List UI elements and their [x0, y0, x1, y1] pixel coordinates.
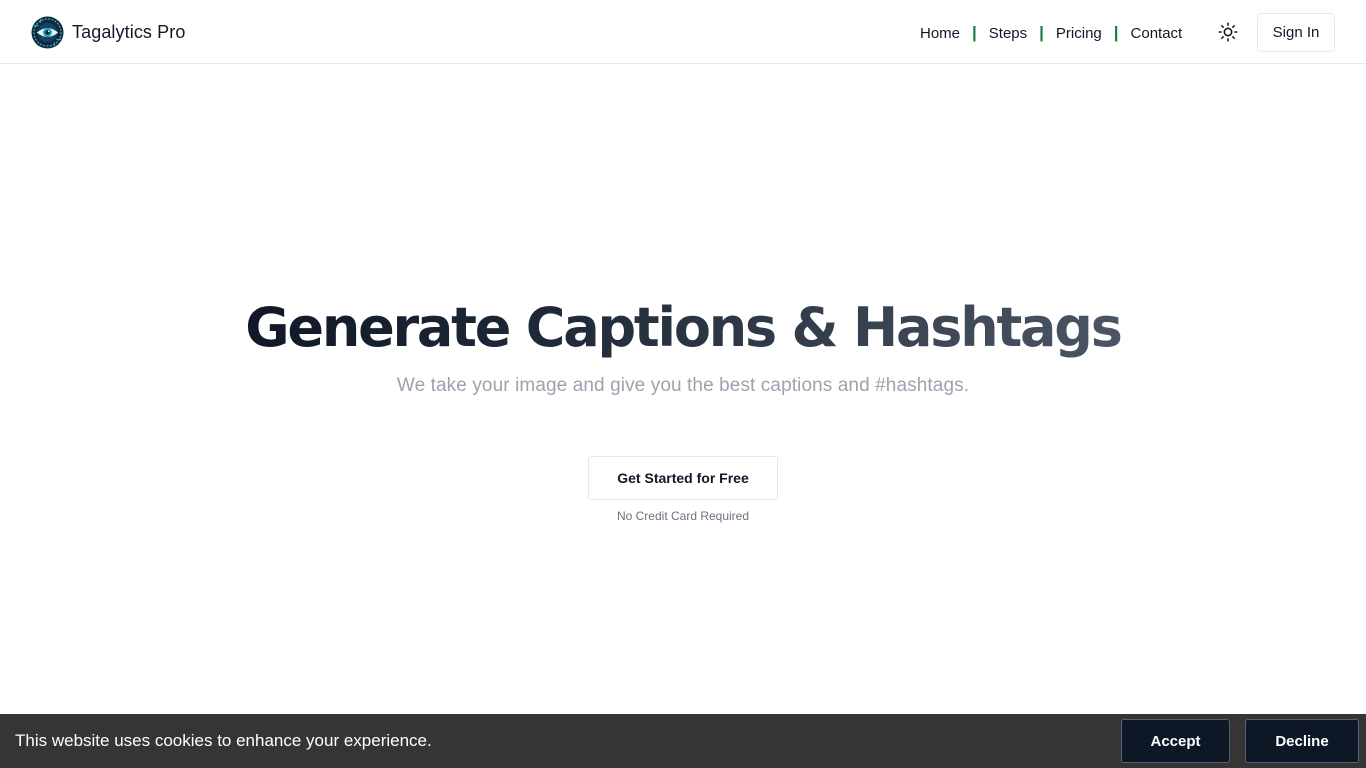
top-navbar: Tagalytics Pro Home | Steps | Pricing | … — [0, 0, 1366, 64]
cookie-banner: This website uses cookies to enhance you… — [0, 714, 1366, 768]
sign-in-button[interactable]: Sign In — [1257, 13, 1335, 52]
brand-name: Tagalytics Pro — [72, 21, 186, 42]
nav-link-steps[interactable]: Steps — [977, 25, 1039, 42]
nav-link-home[interactable]: Home — [908, 25, 972, 42]
cta-note: No Credit Card Required — [616, 509, 750, 523]
accept-cookies-button[interactable]: Accept — [1121, 719, 1230, 763]
hero-title: Generate Captions & Hashtags — [0, 292, 1366, 364]
nav-links: Home | Steps | Pricing | Contact — [908, 21, 1194, 45]
brand[interactable]: Tagalytics Pro — [31, 15, 185, 49]
nav-link-contact[interactable]: Contact — [1119, 25, 1195, 42]
get-started-button[interactable]: Get Started for Free — [588, 456, 778, 500]
sun-icon[interactable] — [1217, 21, 1239, 43]
nav-link-pricing[interactable]: Pricing — [1044, 25, 1114, 42]
hero-title-text: Generate Captions & Hashtags — [245, 296, 1123, 359]
cookie-message: This website uses cookies to enhance you… — [15, 731, 432, 750]
hero-subtitle: We take your image and give you the best… — [396, 375, 970, 396]
decline-cookies-button[interactable]: Decline — [1245, 719, 1359, 763]
circuit-eye-logo-icon — [31, 15, 64, 49]
